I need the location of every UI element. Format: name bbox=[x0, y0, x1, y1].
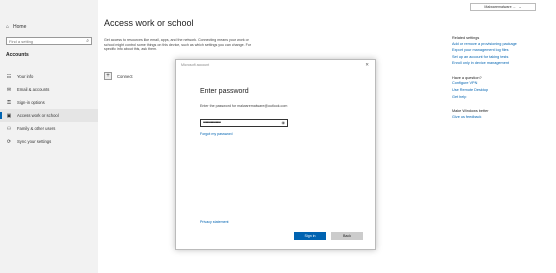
key-icon: ⚿ bbox=[7, 99, 11, 106]
search-icon: ⌕ bbox=[86, 38, 89, 44]
feedback-link[interactable]: Give us feedback bbox=[452, 115, 552, 120]
connect-label: Connect bbox=[117, 73, 133, 79]
right-panel: Related settings Add or remove a provisi… bbox=[452, 36, 552, 121]
home-icon: ⌂ bbox=[6, 24, 10, 30]
help-link[interactable]: Use Remote Desktop bbox=[452, 88, 552, 93]
password-dialog: Microsoft account ✕ Enter password Enter… bbox=[175, 59, 376, 250]
forgot-password-link[interactable]: Forgot my password bbox=[200, 132, 233, 136]
close-icon[interactable]: ✕ bbox=[365, 62, 369, 68]
sidebar-item-label: Sync your settings bbox=[17, 139, 52, 144]
home-link[interactable]: ⌂ Home bbox=[6, 24, 26, 30]
sign-in-button[interactable]: Sign in bbox=[294, 232, 326, 240]
back-button[interactable]: Back bbox=[331, 232, 363, 240]
privacy-statement-link[interactable]: Privacy statement bbox=[200, 220, 229, 224]
sidebar-item-family-other-users[interactable]: ⚇ Family & other users bbox=[0, 122, 98, 135]
password-field[interactable]: •••••••••••••• ◉ bbox=[200, 119, 288, 127]
mail-icon: ✉ bbox=[6, 86, 12, 93]
page-title: Access work or school bbox=[104, 18, 194, 28]
help-link[interactable]: Configure VPN bbox=[452, 81, 552, 86]
related-link[interactable]: Add or remove a provisioning package bbox=[452, 42, 552, 47]
question-title: Have a question? bbox=[452, 75, 482, 80]
sidebar-item-label: Family & other users bbox=[17, 126, 56, 131]
reveal-password-icon[interactable]: ◉ bbox=[282, 120, 286, 126]
chevron-down-icon: ⌄ bbox=[518, 5, 522, 9]
sidebar-item-access-work-school[interactable]: ▣ Access work or school bbox=[0, 109, 98, 122]
related-link[interactable]: Export your management log files bbox=[452, 48, 552, 53]
plus-icon: + bbox=[104, 72, 112, 80]
related-link[interactable]: Set up an account for taking tests bbox=[452, 55, 552, 60]
sidebar-item-sign-in-options[interactable]: ⚿ Sign-in options bbox=[0, 96, 98, 109]
person-card-icon: ☷ bbox=[6, 73, 12, 80]
related-settings-title: Related settings bbox=[452, 36, 480, 40]
sidebar-item-sync-settings[interactable]: ⟳ Sync your settings bbox=[0, 135, 98, 148]
help-link[interactable]: Get help bbox=[452, 95, 552, 100]
section-title: Accounts bbox=[6, 52, 29, 58]
sidebar-item-label: Sign-in options bbox=[17, 100, 45, 105]
windows-better-title: Make Windows better bbox=[452, 109, 489, 114]
related-link[interactable]: Enroll only in device management bbox=[452, 61, 552, 66]
sidebar-item-label: Access work or school bbox=[17, 113, 59, 118]
sidebar-item-label: Your info bbox=[17, 74, 34, 79]
sync-icon: ⟳ bbox=[6, 138, 12, 145]
people-icon: ⚇ bbox=[6, 125, 12, 132]
sidebar-nav: ☷ Your info ✉ Email & accounts ⚿ Sign-in… bbox=[0, 70, 98, 148]
connect-button[interactable]: + Connect bbox=[104, 72, 133, 80]
sidebar: ⌂ Home Find a setting ⌕ Accounts ☷ Your … bbox=[0, 0, 98, 273]
find-setting-input[interactable]: Find a setting ⌕ bbox=[6, 37, 92, 45]
user-account-label: Malwaremalware ... bbox=[484, 5, 516, 9]
password-value: •••••••••••••• bbox=[203, 120, 221, 126]
home-label: Home bbox=[13, 24, 27, 30]
dialog-instruction: Enter the password for malwaremalware@ou… bbox=[200, 104, 288, 108]
dialog-heading: Enter password bbox=[200, 88, 249, 95]
briefcase-icon: ▣ bbox=[6, 112, 12, 119]
sidebar-item-label: Email & accounts bbox=[17, 87, 50, 92]
find-setting-placeholder: Find a setting bbox=[9, 39, 34, 44]
sidebar-item-your-info[interactable]: ☷ Your info bbox=[0, 70, 98, 83]
dialog-window-title: Microsoft account bbox=[181, 63, 210, 67]
user-account-button[interactable]: Malwaremalware ... ⌄ bbox=[470, 3, 536, 11]
sidebar-item-email-accounts[interactable]: ✉ Email & accounts bbox=[0, 83, 98, 96]
page-description: Get access to resources like email, apps… bbox=[104, 38, 252, 52]
